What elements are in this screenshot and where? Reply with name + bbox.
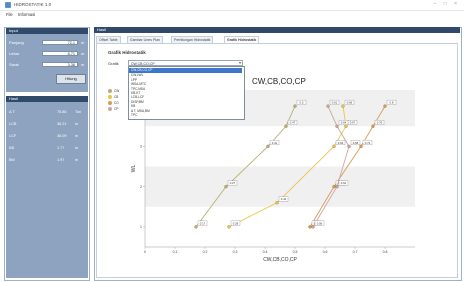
x-tick-label: 0.6: [323, 250, 328, 254]
legend-item: CO: [108, 101, 119, 106]
legend-label: CP: [114, 107, 119, 111]
legend-swatch: [108, 107, 112, 112]
data-label: 0.47: [290, 121, 296, 125]
chart-title: CW,CB,CO,CP: [252, 77, 306, 86]
data-point: [194, 225, 198, 229]
data-label: 0.63: [338, 141, 344, 145]
x-tick-label: 0.1: [173, 250, 178, 254]
legend-item: CW: [108, 89, 120, 94]
data-point: [266, 144, 270, 149]
data-label: 0.64: [341, 181, 347, 185]
data-label: 0.72: [365, 141, 371, 145]
legend-item: CB: [108, 95, 119, 100]
data-label: 0.64: [341, 121, 347, 125]
data-point: [335, 124, 339, 128]
dropdown-option[interactable]: KB: [131, 104, 135, 108]
data-point: [383, 104, 387, 108]
data-label: 0.68: [353, 141, 359, 145]
data-point: [371, 124, 375, 128]
data-point: [311, 225, 315, 229]
data-point: [344, 124, 348, 128]
x-tick-label: 0: [144, 250, 146, 254]
data-label: 0.61: [332, 101, 338, 105]
data-point: [308, 225, 312, 229]
legend-label: CB: [114, 95, 119, 99]
x-tick-label: 0.5: [293, 250, 298, 254]
data-label: 0.28: [233, 221, 239, 225]
data-point: [275, 201, 279, 205]
x-tick-label: 0.2: [203, 250, 208, 254]
dropdown-option[interactable]: TPC: [131, 113, 137, 117]
data-label: 0.66: [347, 101, 353, 105]
data-point: [332, 184, 336, 189]
dropdown-option[interactable]: Δ T, MSA,BM: [131, 109, 150, 113]
dropdown-option[interactable]: DISP,BM: [131, 100, 144, 104]
dropdown-option[interactable]: CW,LWL: [131, 73, 143, 77]
data-label: 0.67: [350, 121, 356, 125]
x-tick-label: 0.4: [263, 250, 268, 254]
legend-label: CW: [114, 89, 120, 93]
data-label: 0.41: [272, 141, 278, 145]
y-axis-label: WL: [131, 165, 137, 173]
data-point: [224, 184, 228, 189]
data-label: 0.8: [390, 101, 394, 105]
data-label: 0.56: [317, 221, 323, 225]
x-tick-label: 0.3: [233, 250, 238, 254]
legend-swatch: [108, 101, 112, 106]
x-tick-label: 0.8: [383, 250, 388, 254]
data-label: 0.17: [200, 221, 206, 225]
dropdown-option[interactable]: WSA-MTC: [131, 82, 146, 86]
y-tick-label: 2: [140, 185, 142, 189]
data-point: [341, 104, 345, 108]
data-point: [332, 144, 336, 149]
legend-item: CP: [108, 107, 119, 112]
data-point: [326, 104, 330, 108]
data-label: 0.5: [300, 101, 304, 105]
dropdown-option[interactable]: TPC,MSA: [131, 87, 145, 91]
x-axis-label: CW,CB,CO,CP: [263, 257, 297, 263]
data-point: [227, 225, 231, 229]
dropdown-option[interactable]: KB-KT: [131, 91, 140, 95]
data-point: [293, 104, 297, 108]
legend-swatch: [108, 89, 112, 94]
legend-label: CO: [114, 101, 119, 105]
chart: 00.10.20.30.40.50.60.70.81234CW,CB,CO,CP…: [131, 90, 415, 263]
grafik-dropdown[interactable]: CW,CB,CO,CP CW,LWL LPP WSA-MTC TPC,MSA KB-KT L…: [128, 66, 245, 120]
data-label: 0.76: [377, 121, 383, 125]
x-tick-label: 0.7: [353, 250, 358, 254]
data-point: [347, 144, 351, 149]
data-point: [335, 184, 339, 189]
data-point: [284, 124, 288, 128]
dropdown-option[interactable]: CW,CB,CO,CP: [129, 68, 242, 73]
data-label: 0.44: [281, 197, 287, 201]
data-label: 0.27: [230, 181, 236, 185]
data-point: [359, 144, 363, 149]
dropdown-option[interactable]: LPP: [131, 78, 137, 82]
legend-swatch: [108, 95, 112, 100]
y-tick-label: 1: [140, 225, 142, 229]
dropdown-option[interactable]: LCB-LCF: [131, 95, 144, 99]
y-tick-label: 3: [140, 145, 142, 149]
